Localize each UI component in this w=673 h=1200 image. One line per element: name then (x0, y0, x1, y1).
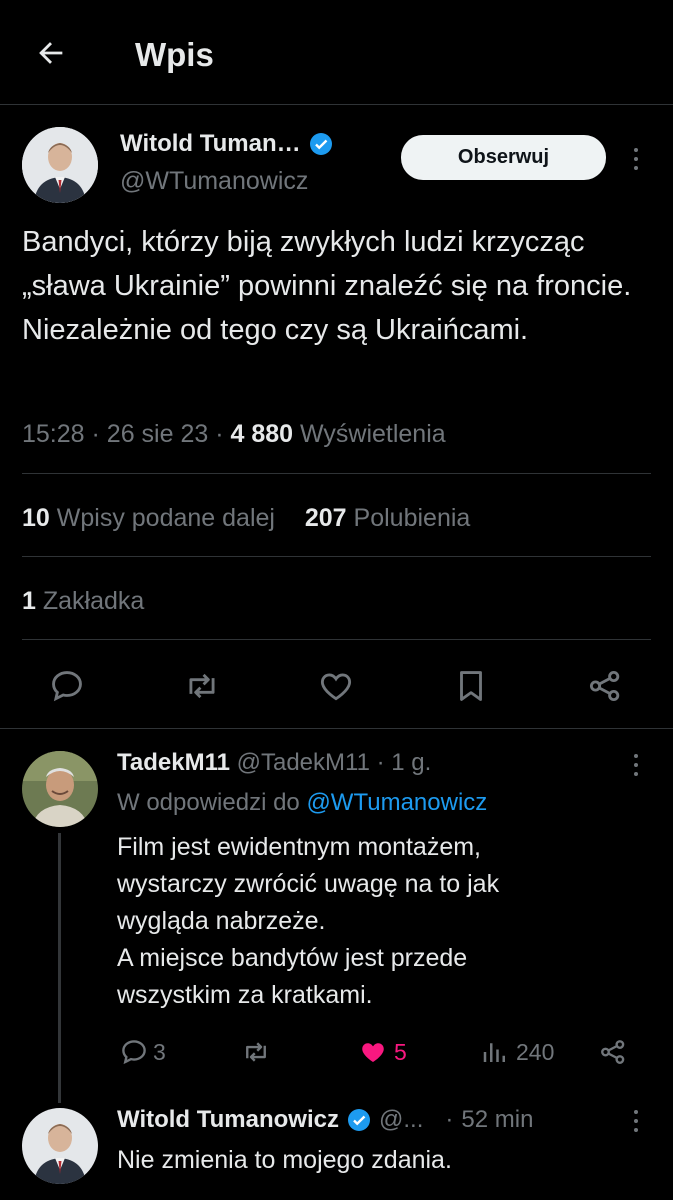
tweet-text: Bandyci, którzy biją zwykłych ludzi krzy… (22, 226, 632, 346)
views-count: 4 880 (230, 420, 294, 448)
page-title: Wpis (135, 36, 214, 73)
reply-avatar[interactable] (22, 751, 98, 827)
reply-author-name[interactable]: TadekM11 (117, 749, 230, 776)
tweet-time: 15:28 (22, 420, 85, 448)
bookmarks-label: Zakładka (42, 587, 145, 615)
reply-author-handle[interactable]: @TadekM11 (237, 749, 370, 776)
likes-label: Polubienia (353, 504, 471, 532)
back-arrow-icon[interactable] (34, 36, 68, 70)
like-count: 5 (394, 1038, 407, 1065)
meta-divider (22, 473, 651, 474)
reply-text: Film jest ewidentnym montażem, wystarczy… (117, 833, 500, 1009)
share-icon[interactable] (586, 667, 624, 705)
retweets-label: Wpisy podane dalej (56, 504, 275, 532)
reply-views-action[interactable]: 240 (480, 1037, 554, 1067)
likes-count: 207 (304, 504, 347, 532)
follow-button[interactable]: Obserwuj (401, 135, 606, 180)
views-label: Wyświetlenia (300, 420, 446, 448)
reply-author-handle[interactable]: @... (379, 1106, 423, 1134)
like-icon[interactable] (317, 667, 355, 705)
thread-line (58, 833, 61, 1103)
header-divider (0, 104, 673, 105)
reply-text: Nie zmienia to mojego zdania. (117, 1146, 452, 1174)
verified-badge-icon (347, 1108, 371, 1132)
tweet-date: 26 sie 23 (106, 420, 209, 448)
reply-age[interactable]: 1 g. (391, 749, 431, 776)
stats-divider (22, 556, 651, 557)
share-icon[interactable] (598, 1037, 628, 1067)
tweet-meta: 15:28 · 26 sie 23 · 4 880 Wyświetlenia (22, 420, 446, 448)
author-avatar[interactable] (22, 127, 98, 203)
reply-icon[interactable] (48, 667, 86, 705)
bookmarks-stat[interactable]: 1 Zakładka (22, 587, 144, 616)
reply-like-action[interactable]: 5 (358, 1037, 407, 1067)
actions-divider (0, 728, 673, 729)
liked-heart-icon (358, 1037, 388, 1067)
reply-more-icon[interactable] (634, 754, 638, 776)
views-icon (480, 1037, 510, 1067)
retweets-stat[interactable]: 10 Wpisy podane dalej (22, 504, 282, 532)
bookmarks-divider (22, 639, 651, 640)
bookmarks-count: 1 (22, 587, 36, 615)
retweet-icon[interactable] (182, 667, 222, 705)
author-name[interactable]: Witold Tuman… (120, 130, 301, 158)
retweets-count: 10 (22, 504, 50, 532)
author-handle[interactable]: @WTumanowicz (120, 167, 308, 196)
replying-to-link[interactable]: @WTumanowicz (306, 789, 487, 816)
engagement-stats: 10 Wpisy podane dalej 207 Polubienia (22, 504, 470, 533)
reply-reply-action[interactable]: 3 (119, 1037, 166, 1067)
reply-author-name[interactable]: Witold Tumanowicz (117, 1106, 339, 1134)
reply-count: 3 (153, 1038, 166, 1065)
verified-badge-icon (309, 132, 333, 156)
reply-avatar[interactable] (22, 1108, 98, 1184)
reply-icon (119, 1037, 149, 1067)
reply-age[interactable]: 52 min (461, 1106, 533, 1134)
retweet-icon[interactable] (240, 1037, 272, 1067)
reply-more-icon[interactable] (634, 1110, 638, 1132)
likes-stat[interactable]: 207 Polubienia (305, 504, 470, 532)
bookmark-icon[interactable] (452, 667, 490, 705)
view-count: 240 (516, 1038, 555, 1065)
more-icon[interactable] (634, 148, 638, 170)
replying-to-prefix: W odpowiedzi do (117, 789, 300, 816)
